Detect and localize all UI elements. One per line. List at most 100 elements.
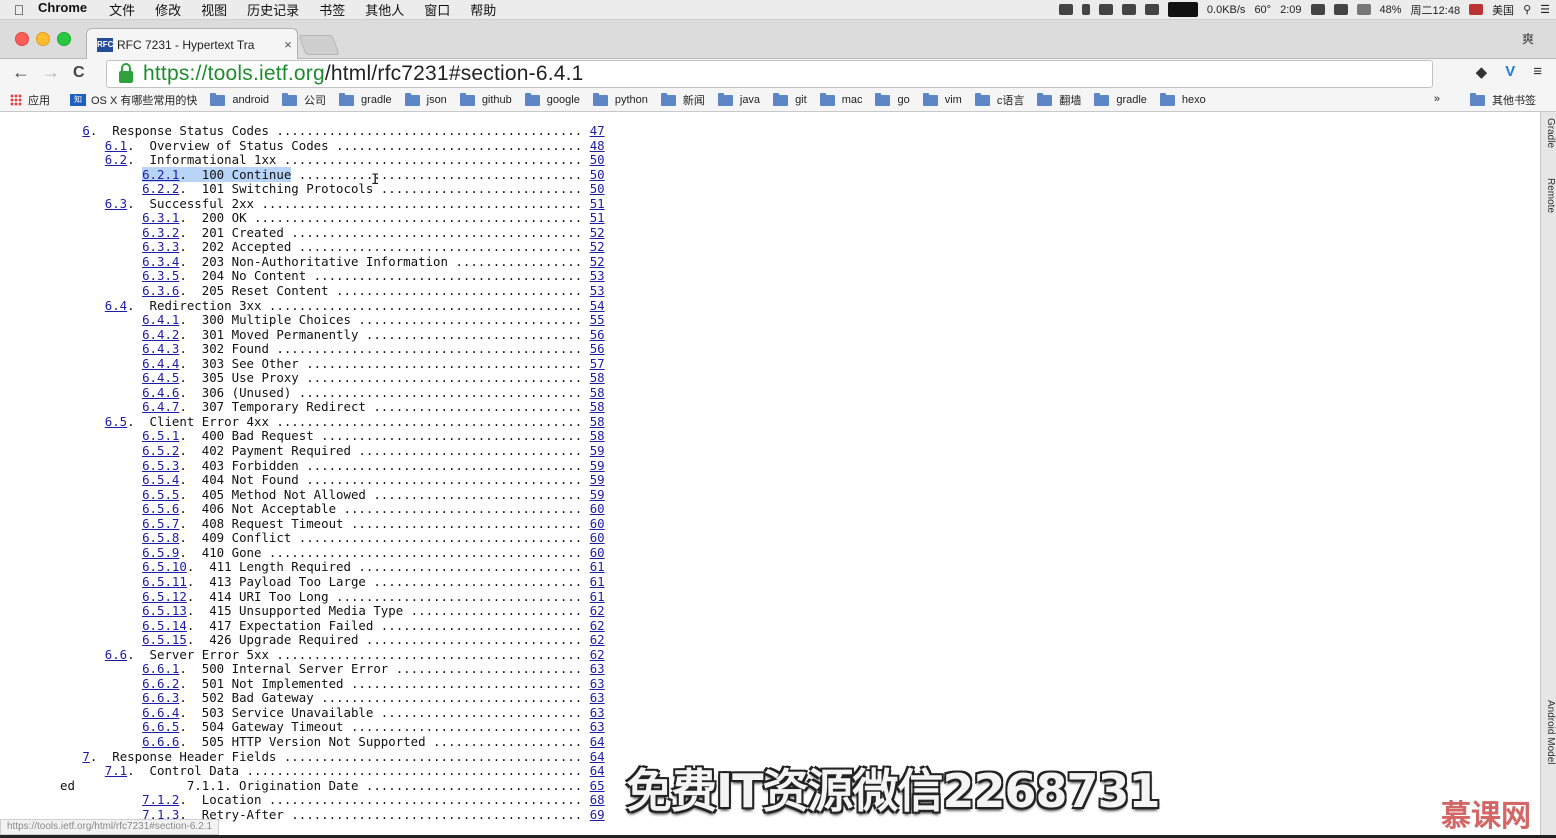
toc-section-link[interactable]: 6.2 [105,152,127,167]
menu-item[interactable]: 历史记录 [247,0,299,19]
bookmark-item[interactable]: gradle [1094,92,1147,106]
zoom-window-button[interactable] [57,32,71,46]
toc-section-link[interactable]: 6.6.4 [142,705,179,720]
toc-page-link[interactable]: 50 [590,181,605,196]
menu-icon[interactable]: ≡ [1533,63,1542,81]
toc-section-link[interactable]: 6.5.12 [142,589,187,604]
menu-item[interactable]: 窗口 [424,0,450,19]
toc-section-link[interactable]: 6 [82,123,89,138]
toc-page-link[interactable]: 59 [590,487,605,502]
address-bar[interactable]: https://tools.ietf.org/html/rfc7231#sect… [106,60,1433,88]
toc-section-link[interactable]: 6.5.13 [142,603,187,618]
toc-page-link[interactable]: 60 [590,501,605,516]
close-tab-icon[interactable]: × [279,37,297,52]
bookmark-item[interactable]: java [717,92,760,106]
toc-section-link[interactable]: 6.3.6 [142,283,179,298]
toc-section-link[interactable]: 6.3 [105,196,127,211]
bookmark-item[interactable]: vim [922,92,962,106]
toc-page-link[interactable]: 50 [590,167,605,182]
toc-page-link[interactable]: 64 [590,763,605,778]
toc-page-link[interactable]: 62 [590,618,605,633]
toc-section-link[interactable]: 7.1.2 [142,792,179,807]
bookmark-apps[interactable]: 应用 [28,92,50,108]
bookmark-item[interactable]: hexo [1159,92,1206,106]
spotlight-icon[interactable]: ⚲ [1523,3,1531,16]
toc-section-link[interactable]: 6.6.5 [142,719,179,735]
menu-item[interactable]: 帮助 [470,0,496,19]
forward-button[interactable]: → [42,62,60,83]
menu-item[interactable]: 书签 [319,0,345,19]
toc-section-link[interactable]: 6.1 [105,138,127,153]
toc-section-link[interactable]: 6.5 [105,414,127,429]
toc-section-link[interactable]: 6.5.9 [142,545,179,560]
toc-section-link[interactable]: 6.5.6 [142,501,179,516]
toc-section-link[interactable]: 6.5.1 [142,428,179,444]
apple-menu-icon[interactable]:  [0,2,38,18]
hat-icon[interactable] [1098,4,1113,15]
toc-section-link[interactable]: 6.5.14 [142,618,187,633]
toc-section-link[interactable]: 7 [82,749,89,764]
toc-page-link[interactable]: 52 [590,239,605,255]
bookmark-item[interactable]: google [524,92,580,106]
menu-item[interactable]: 文件 [109,0,135,19]
toc-page-link[interactable]: 68 [590,792,605,807]
toc-page-link[interactable]: 58 [590,370,605,386]
toc-section-link[interactable]: 6.6.2 [142,676,179,691]
toc-page-link[interactable]: 59 [590,443,605,458]
toc-section-link[interactable]: 6.4.7 [142,399,179,415]
toc-page-link[interactable]: 53 [590,268,605,284]
toc-page-link[interactable]: 58 [590,428,605,444]
new-tab-button[interactable] [298,35,340,55]
evernote-icon[interactable] [1121,4,1136,15]
toc-section-link[interactable]: 6.5.5 [142,487,179,502]
toc-section-link[interactable]: 6.5.8 [142,530,179,546]
toc-page-link[interactable]: 60 [590,545,605,560]
bookmarks-overflow-icon[interactable]: » [1434,93,1440,105]
browser-tab[interactable]: RFC RFC 7231 - Hypertext Tra × [86,28,298,60]
bookmark-item[interactable]: 新闻 [660,92,705,108]
toc-page-link[interactable]: 58 [590,414,605,429]
toc-page-link[interactable]: 53 [590,283,605,298]
side-label-gradle[interactable]: Gradle [1541,118,1556,148]
toc-section-link[interactable]: 6.3.3 [142,239,179,255]
toc-page-link[interactable]: 69 [590,807,605,822]
toc-page-link[interactable]: 61 [590,574,605,589]
toc-page-link[interactable]: 48 [590,138,605,153]
side-label-remote[interactable]: Remote [1541,178,1556,213]
toc-page-link[interactable]: 60 [590,516,605,531]
reload-button[interactable]: C [73,64,85,82]
bookmark-item[interactable]: git [773,92,807,106]
toc-page-link[interactable]: 63 [590,676,605,691]
toc-section-link[interactable]: 6.3.4 [142,254,179,269]
toc-section-link[interactable]: 6.5.15 [142,632,187,647]
back-button[interactable]: ← [12,62,30,83]
toc-section-link[interactable]: 6.5.11 [142,574,187,589]
toc-page-link[interactable]: 64 [590,749,605,764]
input-method[interactable]: 美国 [1492,2,1514,18]
bookmark-item[interactable]: 翻墙 [1037,92,1081,108]
menu-item[interactable]: 视图 [201,0,227,19]
bookmark-item[interactable]: github [459,92,512,106]
menu-item[interactable]: 修改 [155,0,181,19]
profile-button[interactable]: 爽 [1522,30,1534,47]
toc-page-link[interactable]: 47 [590,123,605,138]
toc-page-link[interactable]: 51 [590,210,605,226]
toc-section-link[interactable]: 6.5.10 [142,559,187,575]
volume-icon[interactable] [1333,4,1348,15]
bookmark-item[interactable]: 知 OS X 有哪些常用的快 [70,92,197,108]
screen-record-icon[interactable] [1058,4,1073,15]
toc-page-link[interactable]: 62 [590,632,605,647]
toc-page-link[interactable]: 63 [590,690,605,706]
airplay-icon[interactable] [1310,4,1325,15]
toc-section-link[interactable]: 6.3.1 [142,210,179,226]
toc-page-link[interactable]: 51 [590,196,605,211]
toc-section-link[interactable]: 6.6.3 [142,690,179,706]
toc-page-link[interactable]: 63 [590,705,605,720]
toc-page-link[interactable]: 59 [590,472,605,487]
menu-item[interactable]: Chrome [38,0,87,19]
toc-section-link[interactable]: 6.6.1 [142,661,179,676]
toc-page-link[interactable]: 63 [590,719,605,735]
upload-icon[interactable] [1081,4,1090,15]
toc-page-link[interactable]: 58 [590,399,605,415]
toc-section-link[interactable]: 6.4.1 [142,312,179,327]
